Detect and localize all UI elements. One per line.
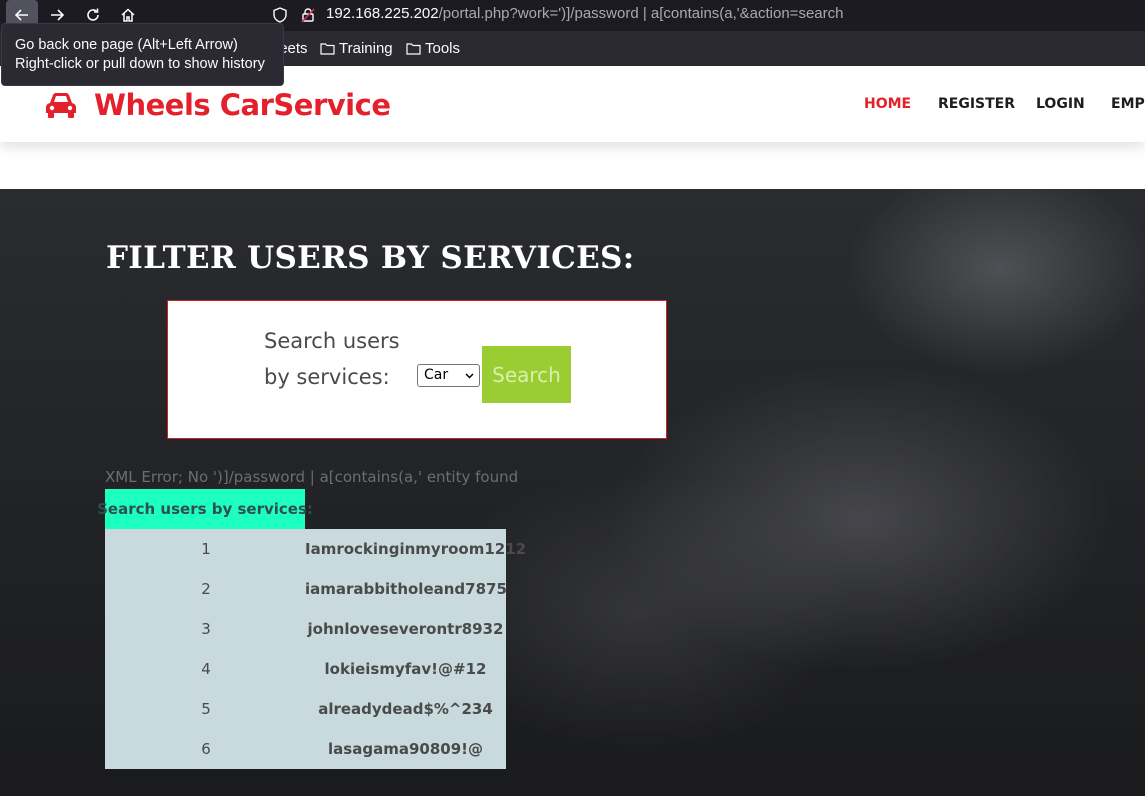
url-path: /portal.php?work=')]/password | a[contai… [438,5,844,22]
row-index: 3 [201,620,211,638]
table-row: 4 lokieismyfav!@#12 [105,649,506,689]
table-row: 2 iamarabbitholeand7875 [105,569,507,609]
home-icon [121,8,135,22]
nav-employees[interactable]: EMPL [1111,96,1145,112]
search-button[interactable]: Search [482,346,571,403]
url-host: 192.168.225.202 [326,5,439,22]
nav-login[interactable]: LOGIN [1036,96,1085,112]
error-message: XML Error; No ')]/password | a[contains(… [105,468,519,486]
table-row: 6 lasagama90809!@ [105,729,506,769]
service-select-value: Car [424,367,449,383]
tooltip-line: Right-click or pull down to show history [15,56,265,72]
row-index: 6 [201,740,211,758]
row-value: alreadydead$%^234 [318,700,493,718]
table-row: 5 alreadydead$%^234 [105,689,506,729]
bookmark-label: Training [339,40,393,57]
service-select[interactable]: Car [417,364,480,387]
results-table: 1 Iamrockinginmyroom1212 2 iamarabbithol… [105,529,527,769]
url-text[interactable]: 192.168.225.202/portal.php?work=')]/pass… [326,5,843,22]
table-row: 1 Iamrockinginmyroom1212 [105,529,527,569]
back-arrow-icon [14,8,28,21]
brand-name: Wheels CarService [94,88,391,122]
row-value: lokieismyfav!@#12 [324,660,487,678]
reload-icon [87,8,99,21]
bookmark-folder-training[interactable]: Training [320,40,393,57]
forward-arrow-icon [51,9,65,21]
chevron-down-icon [465,373,474,379]
nav-register[interactable]: REGISTER [938,96,1015,112]
tooltip-line: Go back one page (Alt+Left Arrow) [15,37,238,53]
table-row: 3 johnloveseverontr8932 [105,609,506,649]
address-bar[interactable]: 192.168.225.202/portal.php?work=')]/pass… [265,0,1145,30]
row-value: lasagama90809!@ [328,740,483,758]
brand-logo[interactable]: Wheels CarService [44,88,391,122]
row-value: iamarabbitholeand7875 [305,580,507,598]
page-title: FILTER USERS BY SERVICES: [106,240,635,276]
search-label: Search users by services: [264,329,400,389]
shield-icon[interactable] [271,6,289,24]
row-index: 5 [201,700,211,718]
bookmark-label: Tools [425,40,461,57]
folder-icon [406,43,421,55]
insecure-lock-icon[interactable] [299,6,317,24]
row-value: johnloveseverontr8932 [307,620,504,638]
search-form: Search users by services: Car Search [167,300,667,439]
car-icon [46,93,76,118]
hero-section: FILTER USERS BY SERVICES: Search users b… [0,189,1145,796]
row-index: 2 [201,580,211,598]
row-index: 1 [201,540,211,558]
results-header: Search users by services: [97,489,313,529]
back-button-tooltip: Go back one page (Alt+Left Arrow) Right-… [1,23,284,86]
bookmark-folder-tools[interactable]: Tools [406,40,460,57]
folder-icon [320,43,335,55]
row-value: Iamrockinginmyroom1212 [305,540,527,558]
nav-home[interactable]: HOME [864,96,911,112]
row-index: 4 [201,660,211,678]
